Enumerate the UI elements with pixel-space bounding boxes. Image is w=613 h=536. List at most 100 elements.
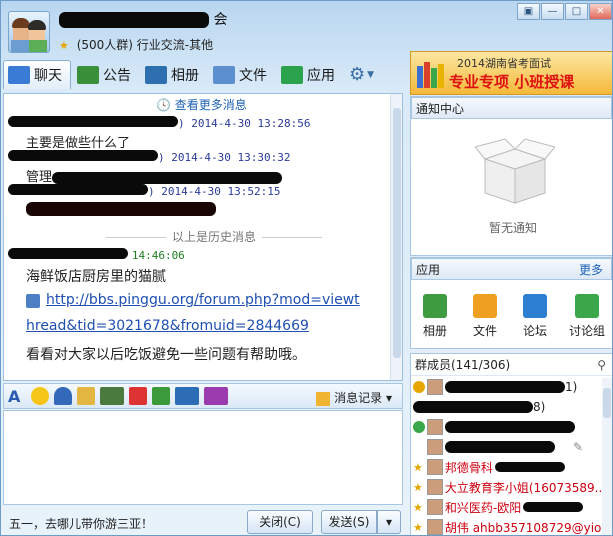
members-header: 群成员(141/306) ⚲ [411,354,612,376]
screenshot-icon[interactable] [204,387,228,405]
right-panel: 通知中心 暂无通知 应用 更多 相册 文件 论坛 讨论组 群成员(141/306)… [410,96,612,535]
clock-icon: 🕓 [156,98,171,112]
apps-panel: 应用 更多 相册 文件 论坛 讨论组 [410,257,612,349]
tab-apps[interactable]: 应用 [277,60,343,89]
forum-icon [523,294,547,318]
banner-line1: 2014湖南省考面试 [457,57,551,70]
banner-line2: 专业专项 小班授课 [449,73,575,91]
message-input[interactable] [3,410,403,505]
promo-text[interactable]: 五一，去哪儿带你游三亚！ [9,515,153,532]
tab-files[interactable]: 文件 [209,60,275,89]
member-item[interactable]: ★ 邦德骨科 [413,458,565,476]
history-icon [316,391,331,406]
avatar [427,419,443,435]
shield-icon [26,293,40,308]
avatar [426,459,443,475]
window-controls: ▣ — □ ✕ [517,3,612,20]
font-icon[interactable]: A [8,387,26,406]
music-icon[interactable] [152,387,170,405]
title-bar: 会 ★ (500人群) 行业交流-其他 ▣ — □ ✕ [1,1,612,57]
star-icon: ★ [413,460,423,474]
chat-icon [8,66,30,84]
tab-bar: 聊天 公告 相册 文件 应用 ⚙ ▼ [1,59,409,90]
more-messages-link[interactable]: 🕓 查看更多消息 [156,96,247,113]
chat-history[interactable]: 🕓 查看更多消息 ) 2014-4-30 13:28:56 主要是做些什么了 )… [3,93,403,381]
ad-banner[interactable]: 2014湖南省考面试 专业专项 小班授课 [410,51,612,95]
message-history-button[interactable]: 消息记录 ▾ [316,389,392,406]
message-meta: ) 2014-4-30 13:52:15 [8,184,280,198]
member-item[interactable]: 8) [413,398,545,416]
message-text: 海鲜饭店厨房里的猫腻 [26,269,166,285]
app-files[interactable]: 文件 [465,294,505,339]
avatar [427,379,443,395]
app-album[interactable]: 相册 [415,294,455,339]
message-meta: ) 2014-4-30 13:28:56 [8,116,310,130]
member-item[interactable]: 1) [413,378,577,396]
chat-scrollbar[interactable] [390,94,402,380]
qq-group-chat-window: 会 ★ (500人群) 行业交流-其他 ▣ — □ ✕ 聊天 公告 相册 文件 … [0,0,613,536]
member-item[interactable]: ★ 胡伟 ahbb357108729@yio.o [413,518,612,535]
close-button[interactable]: 关闭(C) [247,510,313,534]
shake-icon[interactable] [54,387,72,405]
tab-album[interactable]: 相册 [141,60,207,89]
empty-box-icon [475,138,555,204]
members-scrollbar[interactable] [602,378,612,535]
gear-icon: ⚙ [349,64,366,85]
folder-icon [213,65,235,84]
apps-icon [281,65,303,84]
app-forum[interactable]: 论坛 [515,294,555,339]
app-discussion[interactable]: 讨论组 [563,294,611,339]
member-item[interactable] [413,418,575,436]
message-link[interactable]: http://bbs.pinggu.org/forum.php?mod=view… [26,292,360,308]
send-options-button[interactable]: ▾ [377,510,401,534]
scroll-thumb[interactable] [603,388,611,418]
screen-share-icon[interactable] [175,387,199,405]
settings-button[interactable]: ⚙ ▼ [345,60,382,89]
send-button[interactable]: 发送(S) [321,510,377,534]
message-text: 看看对大家以后吃饭避免一些问题有帮助哦。 [26,347,306,363]
album-icon [423,294,447,318]
group-subtitle: ★ (500人群) 行业交流-其他 [59,38,214,52]
search-icon[interactable]: ⚲ [597,354,606,376]
notice-center: 通知中心 暂无通知 [410,96,612,256]
tab-announcement[interactable]: 公告 [73,60,139,89]
apps-more-link[interactable]: 更多 [579,259,603,281]
admin-icon [413,421,425,433]
gift-icon[interactable] [129,387,147,405]
note-icon[interactable] [77,387,95,405]
message-link[interactable]: hread&tid=3021678&fromuid=2844669 [26,318,309,334]
skin-button[interactable]: ▣ [517,3,540,20]
discussion-icon [575,294,599,318]
tab-chat[interactable]: 聊天 [3,60,71,89]
member-item[interactable]: ★ 大立教育李小姐(16073589... [413,478,606,496]
group-title: 会 [59,9,227,29]
group-avatar[interactable] [8,11,50,53]
close-window-button[interactable]: ✕ [589,3,612,20]
owner-icon [413,381,425,393]
scroll-thumb[interactable] [393,108,401,358]
bottom-bar: 五一，去哪儿带你游三亚！ 关闭(C) 发送(S) ▾ [1,507,409,535]
image-icon[interactable] [100,387,124,405]
member-item[interactable]: ★ 和兴医药-欧阳 [413,498,584,516]
folder-icon [473,294,497,318]
message-text: 管理 [26,166,283,185]
members-panel: 群成员(141/306) ⚲ 1) 8) ✎ ★ 邦德骨科 ★ 大立教育李小姐(160… [410,353,612,535]
star-icon: ★ [59,39,69,52]
minimize-button[interactable]: — [541,3,564,20]
emoji-icon[interactable] [31,387,49,405]
message-text: 主要是做些什么了 [26,136,131,151]
edit-icon[interactable]: ✎ [573,440,583,454]
message-meta: ) 2014-4-30 13:30:32 [8,150,290,164]
avatar [426,519,443,535]
maximize-button[interactable]: □ [565,3,588,20]
star-icon: ★ [413,520,423,534]
empty-notice-text: 暂无通知 [489,221,538,235]
message-meta: 14:46:06 [8,248,185,262]
redaction [59,12,209,28]
avatar [426,499,443,515]
apps-header: 应用 更多 [411,258,612,280]
announcement-icon [77,65,99,84]
avatar [427,439,443,455]
member-item[interactable]: ✎ [413,438,583,456]
message-text [26,202,216,219]
